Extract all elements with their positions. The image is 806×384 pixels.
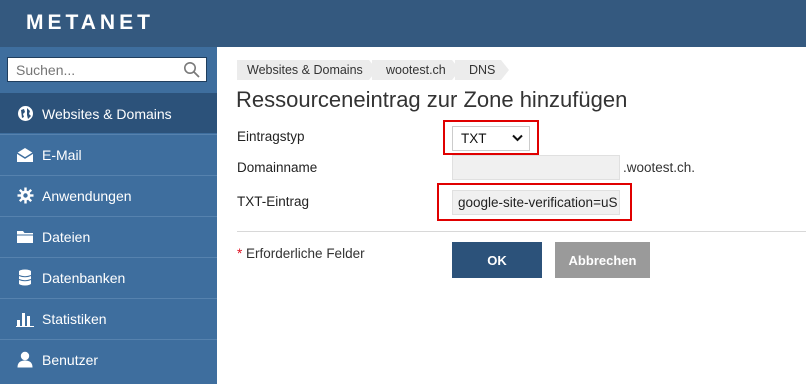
database-icon: [16, 269, 34, 287]
required-text: Erforderliche Felder: [246, 246, 365, 261]
globe-icon: [16, 105, 34, 123]
sidebar-item-label: Dateien: [42, 228, 91, 245]
domain-suffix: .wootest.ch.: [623, 160, 696, 175]
gear-icon: [16, 187, 34, 205]
sidebar-item-anwendungen[interactable]: Anwendungen: [0, 175, 217, 215]
form-divider: [237, 231, 806, 232]
search-input[interactable]: [8, 58, 178, 81]
folder-icon: [16, 228, 34, 246]
sidebar: Websites & Domains E-Mail Anwendungen Da…: [0, 47, 217, 384]
domain-name-label: Domainname: [237, 160, 318, 175]
page-title: Ressourceneintrag zur Zone hinzufügen: [236, 87, 628, 112]
txt-highlight-box: [437, 183, 632, 221]
domain-name-input[interactable]: [452, 155, 620, 180]
breadcrumb: Websites & Domains wootest.ch DNS: [237, 60, 509, 80]
sidebar-item-dateien[interactable]: Dateien: [0, 216, 217, 256]
sidebar-item-label: Websites & Domains: [42, 105, 172, 122]
sidebar-item-label: E-Mail: [42, 146, 82, 163]
top-bar: METANET: [0, 0, 806, 47]
sidebar-item-statistiken[interactable]: Statistiken: [0, 298, 217, 338]
sidebar-item-label: Anwendungen: [42, 187, 132, 204]
breadcrumb-item-websites-domains[interactable]: Websites & Domains: [237, 60, 377, 80]
sidebar-item-datenbanken[interactable]: Datenbanken: [0, 257, 217, 297]
breadcrumb-item-domain[interactable]: wootest.ch: [372, 60, 460, 80]
sidebar-item-websites-domains[interactable]: Websites & Domains: [0, 93, 217, 133]
required-star: *: [237, 246, 243, 261]
envelope-icon: [16, 146, 34, 164]
metanet-logo[interactable]: METANET: [26, 11, 154, 35]
sidebar-item-label: Benutzer: [42, 351, 99, 368]
txt-record-label: TXT-Eintrag: [237, 194, 310, 209]
sidebar-item-email[interactable]: E-Mail: [0, 134, 217, 174]
type-highlight-box: [443, 120, 539, 155]
breadcrumb-item-dns[interactable]: DNS: [455, 60, 509, 80]
sidebar-item-label: Statistiken: [42, 310, 107, 327]
cancel-button[interactable]: Abbrechen: [555, 242, 650, 278]
search-icon[interactable]: [183, 61, 201, 79]
record-type-label: Eintragstyp: [237, 129, 305, 144]
bar-chart-icon: [16, 310, 34, 328]
sidebar-item-label: Datenbanken: [42, 269, 126, 286]
sidebar-item-benutzer[interactable]: Benutzer: [0, 339, 217, 379]
required-fields-note: * Erforderliche Felder: [237, 246, 365, 261]
search-box[interactable]: [7, 57, 207, 82]
ok-button[interactable]: OK: [452, 242, 542, 278]
user-icon: [16, 351, 34, 369]
